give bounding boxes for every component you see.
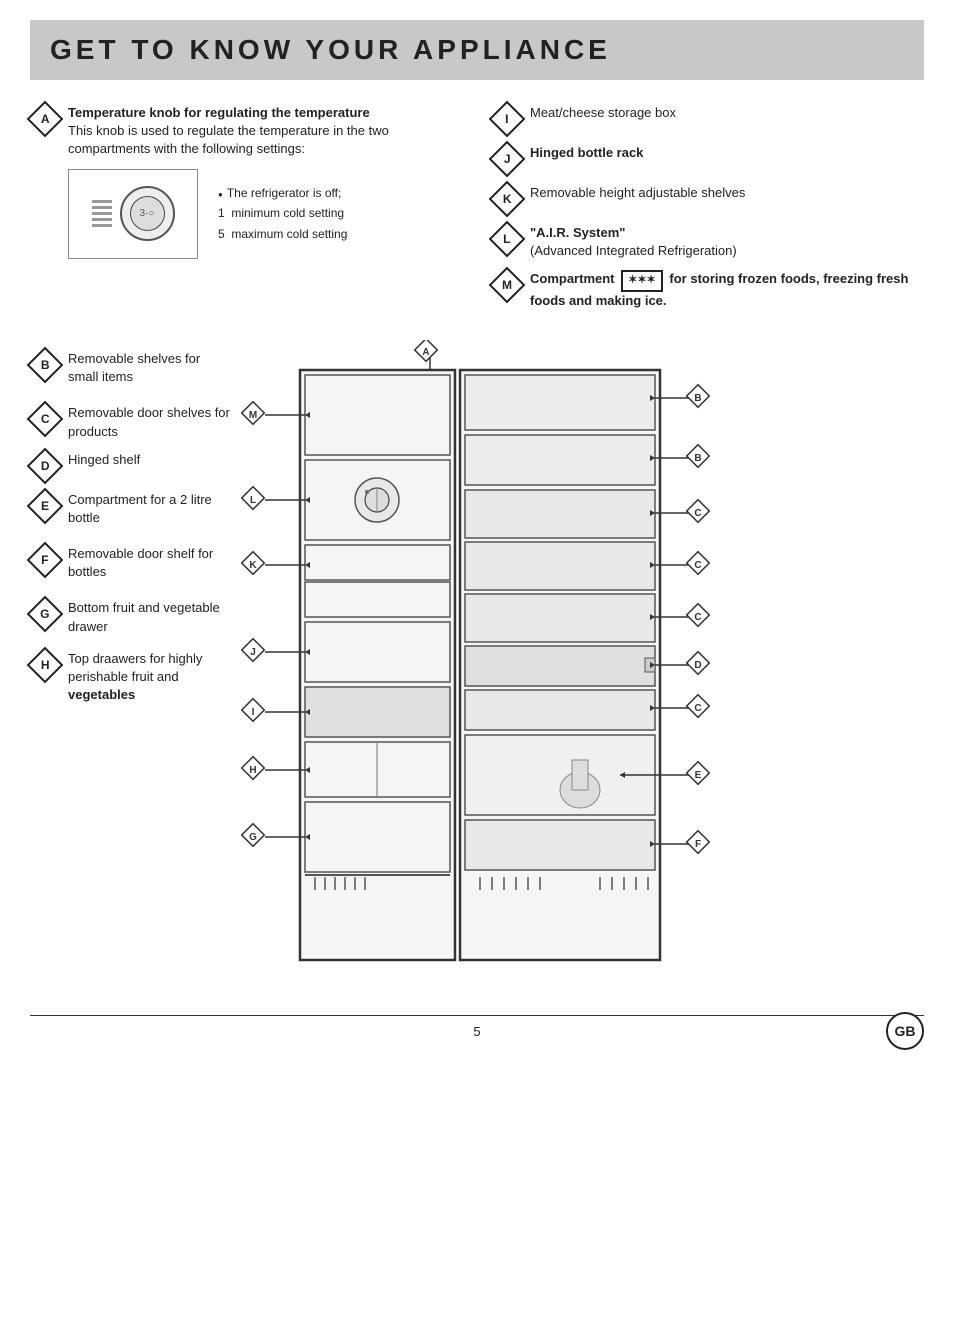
item-G-text: Bottom fruit and vegetable drawer	[68, 599, 230, 635]
badge-M: M	[492, 270, 522, 300]
knob-circle: 3·○	[120, 186, 175, 241]
svg-text:B: B	[694, 453, 701, 464]
item-E-row: E Compartment for a 2 litre bottle	[30, 491, 230, 527]
item-H-text: Top draawers for highly perishable fruit…	[68, 650, 230, 705]
item-L-row: L "A.I.R. System" (Advanced Integrated R…	[492, 224, 924, 260]
top-right-section: I Meat/cheese storage box J Hinged bottl…	[492, 104, 924, 320]
temp-item-3: 5 maximum cold setting	[218, 224, 347, 244]
item-C-text: Removable door shelves for products	[68, 404, 230, 440]
item-D-row: D Hinged shelf	[30, 451, 230, 481]
svg-text:J: J	[250, 647, 256, 658]
svg-text:H: H	[249, 765, 256, 776]
footer-bar: 5 GB	[30, 1015, 924, 1039]
item-A-bold: Temperature knob for regulating the temp…	[68, 105, 370, 120]
item-B-text: Removable shelves for small items	[68, 350, 230, 386]
item-J-text: Hinged bottle rack	[530, 144, 924, 162]
badge-L: L	[492, 224, 522, 254]
badge-J: J	[492, 144, 522, 174]
bottom-section: B Removable shelves for small items C Re…	[30, 340, 924, 995]
svg-text:B: B	[694, 393, 701, 404]
item-D-text: Hinged shelf	[68, 451, 230, 469]
page-number: 5	[473, 1024, 480, 1039]
item-G-row: G Bottom fruit and vegetable drawer	[30, 599, 230, 635]
badge-A: A	[30, 104, 60, 134]
item-I-row: I Meat/cheese storage box	[492, 104, 924, 134]
page-title: GET TO KNOW YOUR APPLIANCE	[50, 34, 904, 66]
item-F-text: Removable door shelf for bottles	[68, 545, 230, 581]
badge-F: F	[30, 545, 60, 575]
temp-item-1: The refrigerator is off;	[218, 183, 347, 203]
item-E-text: Compartment for a 2 litre bottle	[68, 491, 230, 527]
svg-text:L: L	[250, 495, 256, 506]
svg-text:K: K	[249, 560, 257, 571]
badge-B: B	[30, 350, 60, 380]
svg-text:A: A	[422, 347, 429, 358]
badge-D: D	[30, 451, 60, 481]
item-F-row: F Removable door shelf for bottles	[30, 545, 230, 581]
item-A-desc: This knob is used to regulate the temper…	[68, 123, 389, 156]
item-A-row: A Temperature knob for regulating the te…	[30, 104, 462, 159]
svg-text:C: C	[694, 703, 701, 714]
item-J-row: J Hinged bottle rack	[492, 144, 924, 174]
knob-box: 3·○	[68, 169, 198, 259]
item-C-row: C Removable door shelves for products	[30, 404, 230, 440]
temp-list: The refrigerator is off; 1 minimum cold …	[218, 183, 347, 244]
badge-I: I	[492, 104, 522, 134]
item-K-row: K Removable height adjustable shelves	[492, 184, 924, 214]
svg-text:C: C	[694, 612, 701, 623]
item-L-text: "A.I.R. System" (Advanced Integrated Ref…	[530, 224, 924, 260]
fridge-svg: A M L	[240, 340, 720, 990]
item-M-row: M Compartment ✶✶✶ for storing frozen foo…	[492, 270, 924, 310]
badge-E: E	[30, 491, 60, 521]
badge-H: H	[30, 650, 60, 680]
star-badge: ✶✶✶	[621, 270, 663, 291]
left-labels: B Removable shelves for small items C Re…	[30, 340, 230, 995]
badge-K: K	[492, 184, 522, 214]
item-I-text: Meat/cheese storage box	[530, 104, 924, 122]
badge-G: G	[30, 599, 60, 629]
item-K-text: Removable height adjustable shelves	[530, 184, 924, 202]
top-left-section: A Temperature knob for regulating the te…	[30, 104, 462, 320]
temp-section: 3·○ The refrigerator is off; 1 minimum c…	[68, 169, 462, 259]
svg-text:F: F	[695, 839, 701, 850]
svg-text:G: G	[249, 832, 257, 843]
page-header: GET TO KNOW YOUR APPLIANCE	[30, 20, 924, 80]
svg-text:M: M	[249, 410, 257, 421]
temp-item-2: 1 minimum cold setting	[218, 203, 347, 223]
temp-image: 3·○ The refrigerator is off; 1 minimum c…	[68, 169, 462, 259]
svg-text:C: C	[694, 508, 701, 519]
svg-text:C: C	[694, 560, 701, 571]
svg-text:D: D	[694, 660, 701, 671]
svg-text:E: E	[695, 770, 702, 781]
item-B-row: B Removable shelves for small items	[30, 350, 230, 386]
country-badge: GB	[886, 1012, 924, 1050]
fridge-diagram: A M L	[240, 340, 924, 995]
badge-C: C	[30, 404, 60, 434]
item-A-text: Temperature knob for regulating the temp…	[68, 104, 462, 159]
item-M-text: Compartment ✶✶✶ for storing frozen foods…	[530, 270, 924, 310]
svg-text:I: I	[252, 707, 255, 718]
knob-inner: 3·○	[130, 196, 165, 231]
item-H-row: H Top draawers for highly perishable fru…	[30, 650, 230, 705]
